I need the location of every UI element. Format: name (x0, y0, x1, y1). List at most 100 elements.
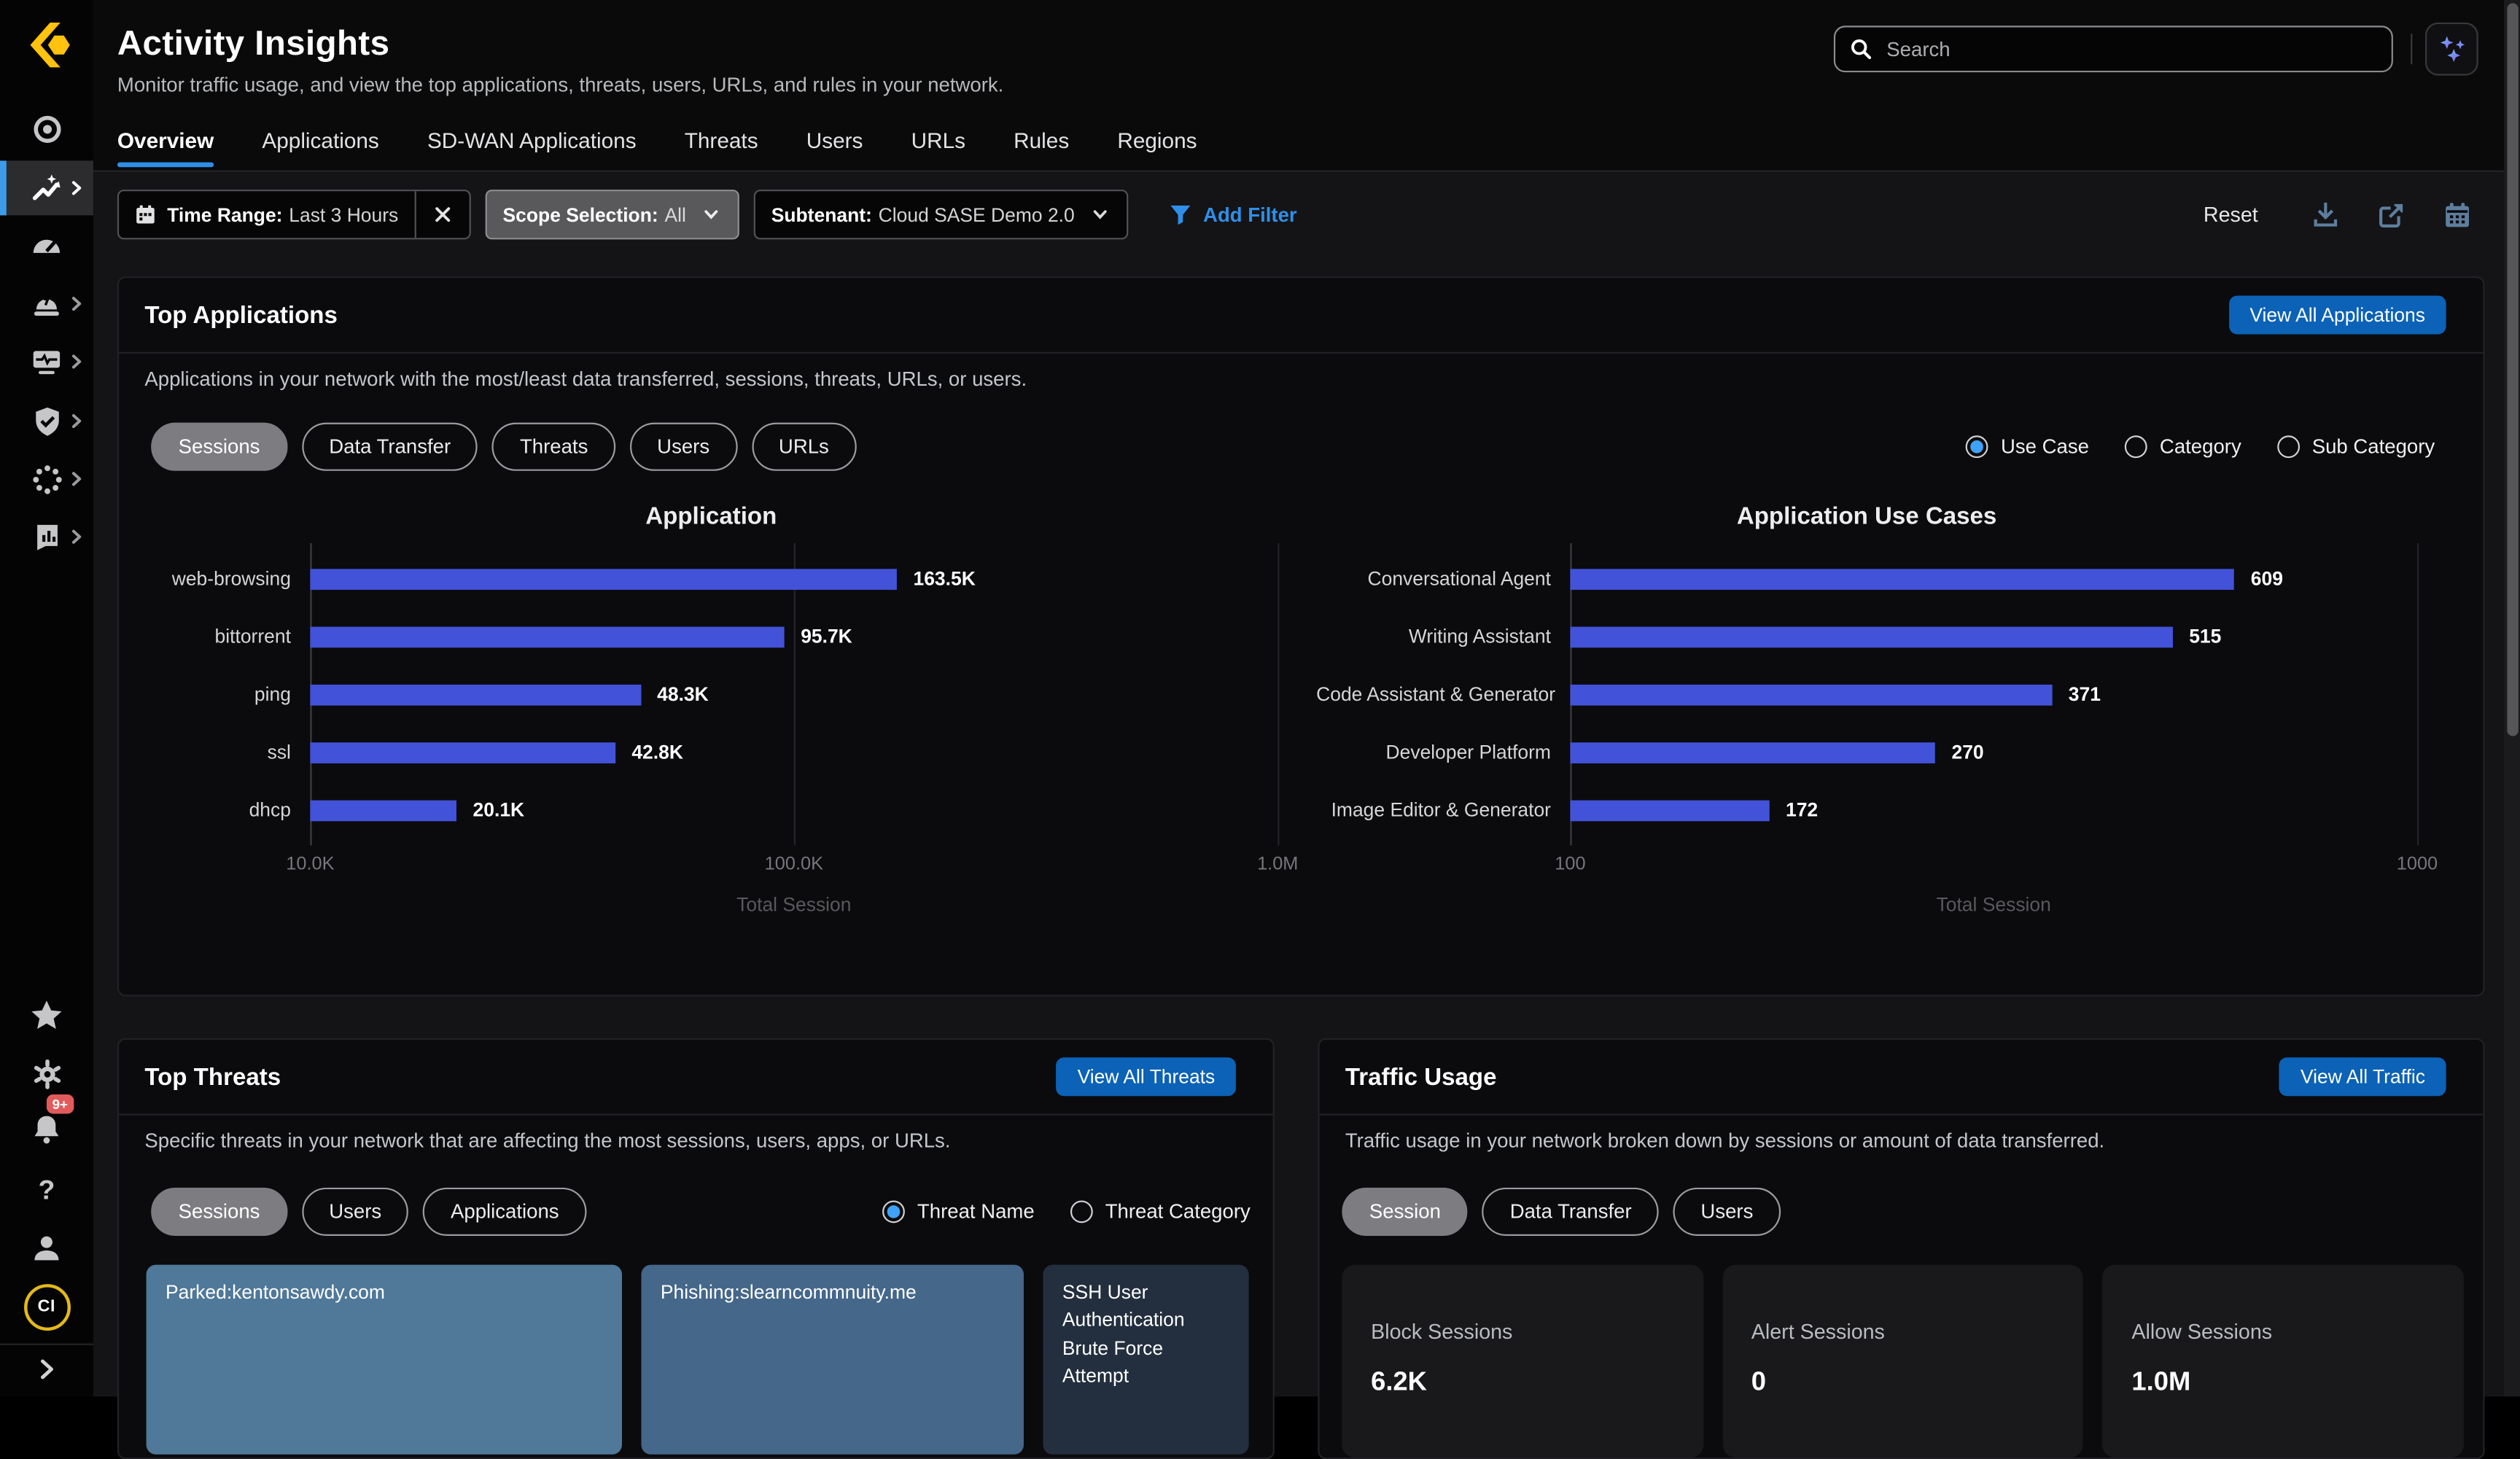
sidebar-item-workflows[interactable] (0, 336, 93, 388)
share-button[interactable] (2377, 200, 2406, 229)
view-all-traffic-button[interactable]: View All Traffic (2279, 1057, 2446, 1096)
app-logo[interactable] (23, 21, 71, 69)
chart-track: 48.3K (310, 665, 1278, 723)
view-all-applications-button[interactable]: View All Applications (2229, 296, 2446, 335)
radio-use-case[interactable]: Use Case (1965, 435, 2088, 458)
close-icon (434, 206, 451, 223)
treemap-card[interactable]: Phishing:slearncommnuity.me (641, 1265, 1024, 1455)
view-all-threats-button[interactable]: View All Threats (1057, 1057, 1236, 1096)
toggle-users[interactable]: Users (302, 1188, 409, 1236)
help-icon: ? (38, 1175, 55, 1207)
sidebar-item-security-posture[interactable] (0, 395, 93, 447)
chevron-down-icon (701, 204, 722, 225)
treemap-card[interactable]: SSH User Authentication Brute Force Atte… (1043, 1265, 1248, 1455)
chart-bar[interactable] (1570, 800, 1770, 821)
stat-card-allow-sessions[interactable]: Allow Sessions1.0M (2103, 1265, 2464, 1458)
tab-urls[interactable]: URLs (911, 128, 965, 167)
sidebar-item-incidents-alerts[interactable] (0, 278, 93, 330)
panel-title: Top Applications (144, 301, 337, 328)
sidebar-item-dashboards[interactable] (0, 220, 93, 272)
scrollbar-thumb[interactable] (2506, 3, 2517, 736)
toggle-threats[interactable]: Threats (492, 423, 615, 471)
chart-bar[interactable] (310, 626, 785, 647)
chart-bar[interactable] (310, 742, 615, 763)
toggle-applications[interactable]: Applications (424, 1188, 587, 1236)
page-scrollbar[interactable] (2504, 0, 2520, 1396)
radio-sub-category[interactable]: Sub Category (2276, 435, 2435, 458)
settings-icon (30, 1057, 63, 1090)
chart-row: dhcp20.1K (144, 781, 1286, 839)
sidebar-item-favorites[interactable] (0, 990, 93, 1042)
metric-toggle-group: Sessions Users Applications (151, 1188, 586, 1236)
sidebar-item-command-center[interactable] (0, 103, 93, 155)
radio-threat-name[interactable]: Threat Name (882, 1200, 1034, 1223)
tab-overview[interactable]: Overview (117, 128, 214, 167)
treemap-card-label: Phishing:slearncommnuity.me (661, 1281, 917, 1304)
chart-bar[interactable] (1570, 626, 2173, 647)
sidebar-item-activity-insights[interactable] (0, 160, 93, 215)
tab-threats[interactable]: Threats (685, 128, 758, 167)
chart-bar[interactable] (310, 568, 897, 589)
add-filter-button[interactable]: Add Filter (1168, 203, 1297, 227)
radio-category[interactable]: Category (2124, 435, 2241, 458)
panel-title: Top Threats (144, 1063, 281, 1090)
brand-logo-icon (23, 21, 71, 69)
chart-value-label: 163.5K (914, 567, 976, 590)
time-range-value: Last 3 Hours (289, 203, 398, 226)
scope-selection-filter[interactable]: Scope Selection: All (485, 190, 739, 239)
tab-rules[interactable]: Rules (1014, 128, 1069, 167)
subtenant-filter[interactable]: Subtenant: Cloud SASE Demo 2.0 (753, 190, 1127, 239)
schedule-button[interactable] (2443, 200, 2472, 229)
radio-circle-icon (2276, 435, 2299, 458)
toggle-data-transfer[interactable]: Data Transfer (302, 423, 478, 471)
security-posture-icon (30, 404, 63, 437)
radio-label: Category (2160, 435, 2241, 458)
calendar-icon (135, 204, 156, 225)
chart-tick-label: 10.0K (286, 855, 334, 874)
search-input[interactable] (1883, 36, 2377, 62)
chart-bar[interactable] (310, 684, 641, 705)
treemap-card[interactable]: Parked:kentonsawdy.com (147, 1265, 622, 1455)
chart-track: 95.7K (310, 607, 1278, 665)
sidebar-item-settings[interactable] (0, 1048, 93, 1100)
tab-sd-wan-applications[interactable]: SD-WAN Applications (427, 128, 637, 167)
search-box[interactable] (1834, 26, 2393, 72)
radio-label: Use Case (2001, 435, 2089, 458)
tab-applications[interactable]: Applications (262, 128, 378, 167)
radio-threat-category[interactable]: Threat Category (1070, 1200, 1251, 1223)
toggle-data-transfer[interactable]: Data Transfer (1482, 1188, 1659, 1236)
toggle-sessions[interactable]: Sessions (151, 1188, 287, 1236)
chart-category-label: ping (144, 683, 291, 706)
stat-card-block-sessions[interactable]: Block Sessions6.2K (1342, 1265, 1703, 1458)
sidebar-item-objects[interactable] (0, 454, 93, 505)
download-button[interactable] (2311, 200, 2340, 229)
sidebar-item-help[interactable]: ? (0, 1165, 93, 1217)
copilot-button[interactable] (2425, 23, 2478, 76)
chart-bar[interactable] (1570, 742, 1935, 763)
tab-users[interactable]: Users (806, 128, 863, 167)
toggle-urls[interactable]: URLs (751, 423, 856, 471)
chart-row: Writing Assistant515 (1316, 607, 2473, 665)
remove-time-range-button[interactable] (414, 191, 469, 238)
filter-bar: Time Range: Last 3 Hours Scope Selection… (117, 190, 1297, 239)
toggle-session[interactable]: Session (1342, 1188, 1468, 1236)
chart-bar[interactable] (1570, 568, 2234, 589)
stat-card-alert-sessions[interactable]: Alert Sessions0 (1722, 1265, 2083, 1458)
chart-track: 163.5K (310, 550, 1278, 607)
reset-button[interactable]: Reset (2204, 203, 2258, 227)
chart-bar[interactable] (1570, 684, 2052, 705)
tab-regions[interactable]: Regions (1117, 128, 1197, 167)
chart-bar[interactable] (310, 800, 456, 821)
toggle-users[interactable]: Users (630, 423, 737, 471)
chart-plot: web-browsing163.5Kbittorrent95.7Kping48.… (144, 550, 1286, 839)
sidebar-item-notifications[interactable]: 9+ (0, 1104, 93, 1156)
sidebar-item-expand-sidebar[interactable] (0, 1344, 93, 1396)
time-range-label: Time Range: (167, 203, 282, 226)
sidebar-item-account[interactable]: CI (0, 1281, 93, 1333)
toggle-users[interactable]: Users (1673, 1188, 1781, 1236)
toggle-sessions[interactable]: Sessions (151, 423, 287, 471)
sidebar-item-profile[interactable] (0, 1223, 93, 1275)
time-range-filter[interactable]: Time Range: Last 3 Hours (117, 190, 471, 239)
sidebar-item-reports[interactable] (0, 511, 93, 563)
favorites-icon (29, 998, 64, 1033)
